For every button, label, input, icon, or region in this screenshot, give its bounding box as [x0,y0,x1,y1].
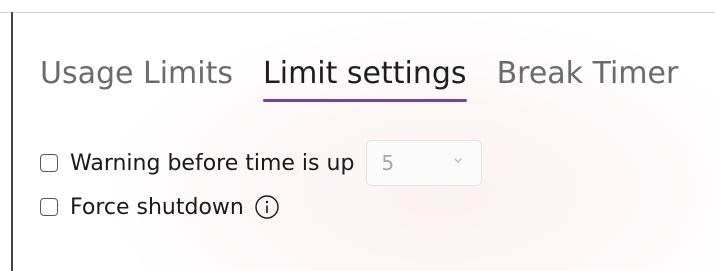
warning-option-row: Warning before time is up 5 [40,140,483,186]
window-left-border [11,12,13,271]
tab-break-timer[interactable]: Break Timer [497,52,679,96]
force-shutdown-checkbox[interactable] [40,198,58,216]
active-tab-underline [263,99,467,102]
tab-limit-settings[interactable]: Limit settings [263,52,467,102]
chevron-down-icon [454,158,463,163]
tab-label: Limit settings [263,56,467,91]
warning-minutes-dropdown[interactable]: 5 [366,140,483,186]
dropdown-value: 5 [381,151,395,175]
warning-label: Warning before time is up [70,150,355,176]
tab-label: Usage Limits [40,56,234,91]
force-shutdown-option-row: Force shutdown [40,194,280,220]
window-top-border [0,0,715,13]
info-icon[interactable] [254,194,280,220]
limit-settings-window: Usage Limits Limit settings Break Timer … [0,0,715,271]
tab-usage-limits[interactable]: Usage Limits [40,52,233,96]
warning-checkbox[interactable] [40,154,58,172]
tab-bar: Usage Limits Limit settings Break Timer [40,52,679,102]
tab-label: Break Timer [496,56,679,91]
force-shutdown-label: Force shutdown [70,194,244,220]
